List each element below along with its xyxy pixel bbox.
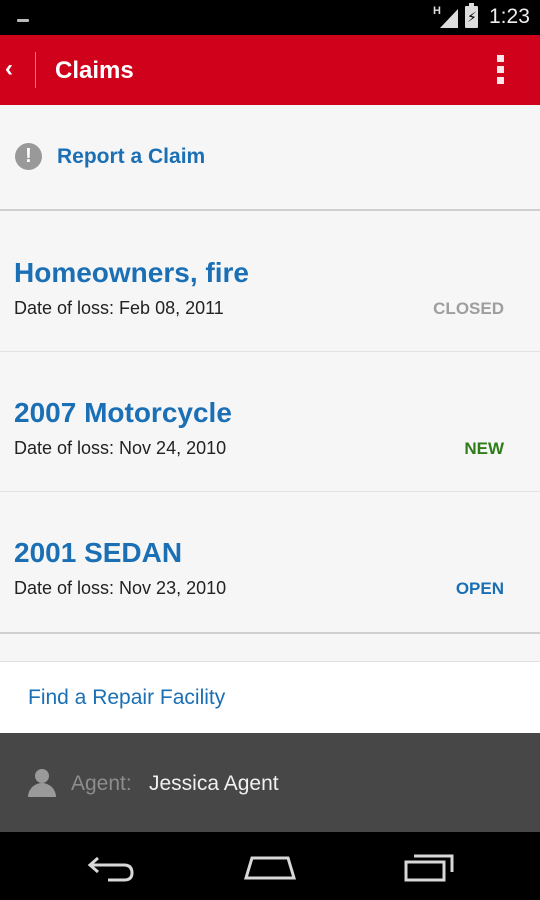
report-claim-button[interactable]: ! Report a Claim xyxy=(0,105,540,210)
person-icon xyxy=(28,769,56,797)
find-repair-facility-link[interactable]: Find a Repair Facility xyxy=(28,662,225,734)
page-title: Claims xyxy=(55,57,134,84)
signal-icon xyxy=(440,9,458,28)
report-claim-label: Report a Claim xyxy=(57,145,206,168)
notification-icon xyxy=(17,19,29,22)
back-icon[interactable] xyxy=(82,846,142,886)
overflow-menu-icon[interactable] xyxy=(492,55,508,89)
claim-status-badge: OPEN xyxy=(455,579,504,598)
agent-label: Agent: xyxy=(71,772,132,795)
up-navigation-button[interactable]: ‹ xyxy=(5,55,13,83)
recent-apps-icon[interactable] xyxy=(400,846,460,886)
alert-icon: ! xyxy=(15,143,42,170)
claim-date-of-loss: Date of loss: Nov 23, 2010 xyxy=(14,578,227,598)
section-divider xyxy=(0,632,540,634)
links-panel: Find a Repair Facility xyxy=(0,661,540,733)
status-bar: H ⚡ 1:23 xyxy=(0,0,540,35)
system-nav-bar xyxy=(0,832,540,900)
claim-title: Homeowners, fire xyxy=(14,257,249,288)
app-bar-divider xyxy=(35,52,36,88)
claim-item[interactable]: Homeowners, fire Date of loss: Feb 08, 2… xyxy=(0,211,540,351)
claim-item[interactable]: 2001 SEDAN Date of loss: Nov 23, 2010 OP… xyxy=(0,491,540,631)
claim-status-badge: NEW xyxy=(464,439,504,458)
claim-title: 2001 SEDAN xyxy=(14,537,183,568)
main-content: ! Report a Claim Homeowners, fire Date o… xyxy=(0,105,540,733)
claim-item[interactable]: 2007 Motorcycle Date of loss: Nov 24, 20… xyxy=(0,351,540,491)
claim-title: 2007 Motorcycle xyxy=(14,397,232,428)
claim-date-of-loss: Date of loss: Nov 24, 2010 xyxy=(14,438,227,458)
claim-status-badge: CLOSED xyxy=(433,299,504,318)
claim-date-of-loss: Date of loss: Feb 08, 2011 xyxy=(14,298,224,318)
agent-bar[interactable]: Agent: Jessica Agent xyxy=(0,733,540,832)
home-icon[interactable] xyxy=(240,846,300,886)
status-clock: 1:23 xyxy=(489,5,530,28)
app-bar: ‹ Claims xyxy=(0,35,540,105)
agent-name: Jessica Agent xyxy=(149,772,279,795)
battery-charging-icon: ⚡ xyxy=(465,3,478,28)
